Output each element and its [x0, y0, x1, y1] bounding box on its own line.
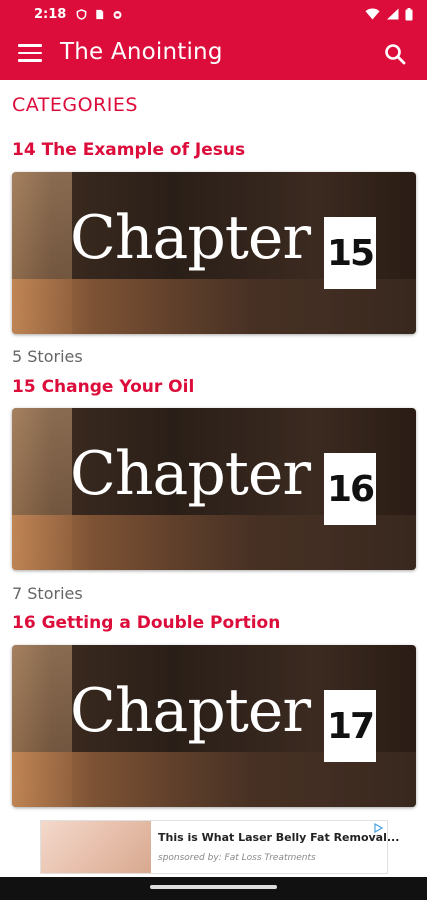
- category-title[interactable]: 14 The Example of Jesus: [12, 140, 245, 160]
- sim-card-icon: [96, 9, 104, 19]
- image-chapter-text: Chapter: [70, 439, 311, 509]
- category-title[interactable]: 16 Getting a Double Portion: [12, 613, 280, 633]
- ad-banner[interactable]: This is What Laser Belly Fat Removal... …: [40, 820, 399, 874]
- ad-image[interactable]: [41, 821, 151, 873]
- status-indicators: [365, 7, 413, 21]
- home-gesture-handle[interactable]: [150, 885, 277, 889]
- category-image[interactable]: Chapter 15: [12, 172, 416, 334]
- shield-icon: [76, 8, 87, 20]
- story-count: 5 Stories: [12, 347, 83, 366]
- image-chapter-number: 15: [324, 217, 376, 289]
- menu-icon[interactable]: [18, 44, 42, 64]
- image-chapter-number: 17: [324, 690, 376, 762]
- ad-sponsor: sponsored by: Fat Loss Treatments: [158, 853, 316, 863]
- battery-icon: [405, 7, 413, 20]
- app-title: The Anointing: [60, 39, 223, 65]
- category-title[interactable]: 15 Change Your Oil: [12, 377, 194, 397]
- image-chapter-number: 16: [324, 453, 376, 525]
- system-nav-bar: [0, 877, 427, 900]
- app-bar: The Anointing: [0, 28, 427, 80]
- status-bar: 2:18: [0, 0, 427, 28]
- section-title: CATEGORIES: [12, 94, 138, 116]
- ad-choices-icon[interactable]: [373, 823, 383, 833]
- signal-icon: [387, 8, 399, 20]
- vpn-icon: [113, 10, 122, 19]
- category-image[interactable]: Chapter 17: [12, 645, 416, 807]
- story-count: 7 Stories: [12, 584, 83, 603]
- image-chapter-text: Chapter: [70, 676, 311, 746]
- ad-headline[interactable]: This is What Laser Belly Fat Removal...: [158, 831, 399, 844]
- category-image[interactable]: Chapter 16: [12, 408, 416, 570]
- search-icon[interactable]: [383, 42, 407, 66]
- status-time: 2:18: [34, 6, 67, 22]
- wifi-icon: [365, 8, 380, 20]
- image-chapter-text: Chapter: [70, 203, 311, 273]
